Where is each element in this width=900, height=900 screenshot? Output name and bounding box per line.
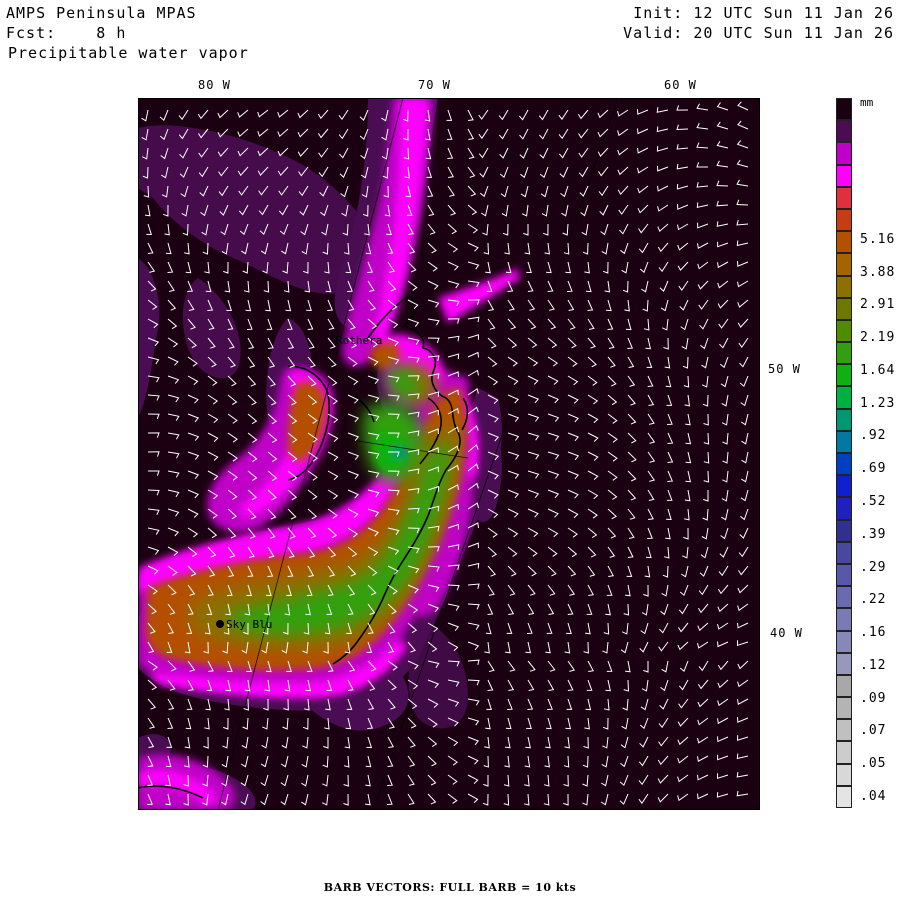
colorbar-swatch (836, 98, 852, 121)
lat-label-40w: 40 W (770, 626, 803, 640)
barb-legend: BARB VECTORS: FULL BARB = 10 kts (323, 881, 577, 894)
colorbar-label: .05 (860, 756, 887, 772)
colorbar-swatch (836, 231, 852, 254)
colorbar-swatch (836, 652, 852, 675)
colorbar-swatch (836, 697, 852, 720)
colorbar-swatch (836, 453, 852, 476)
colorbar-label: 1.23 (860, 395, 896, 411)
lon-label-70w: 70 W (418, 78, 451, 92)
colorbar-swatch (836, 186, 852, 209)
colorbar-unit: mm (860, 96, 874, 109)
colorbar-swatch (836, 563, 852, 587)
colorbar-label: 2.91 (860, 297, 896, 313)
colorbar-label: .04 (860, 789, 887, 804)
colorbar-label: .39 (860, 526, 887, 542)
model-title: AMPS Peninsula MPAS (6, 4, 197, 22)
colorbar-swatch (836, 342, 852, 365)
colorbar-swatch (836, 164, 852, 187)
colorbar-swatch (836, 763, 852, 786)
colorbar-swatch (836, 475, 852, 498)
colorbar-swatch (836, 297, 852, 320)
colorbar-swatch (836, 319, 852, 343)
station-label-sky-blu: Sky Blu (226, 618, 272, 631)
colorbar-swatch (836, 386, 852, 409)
lat-label-50w: 50 W (768, 362, 801, 376)
colorbar-label: .92 (860, 428, 887, 444)
colorbar-swatch (836, 120, 852, 143)
colorbar-swatch (836, 586, 852, 609)
colorbar-label: .07 (860, 723, 887, 739)
forecast-hour: Fcst: 8 h (6, 24, 127, 42)
colorbar-swatch (836, 674, 852, 698)
colorbar-label: .69 (860, 461, 887, 477)
colorbar-label: .16 (860, 625, 887, 641)
valid-time: Valid: 20 UTC Sun 11 Jan 26 (623, 24, 894, 42)
colorbar-swatch (836, 142, 852, 165)
colorbar-swatch (836, 364, 852, 387)
precipitable-water-map: Rothera Sky Blu (138, 98, 760, 810)
colorbar-label: .12 (860, 657, 887, 673)
lon-label-60w: 60 W (664, 78, 697, 92)
colorbar-swatch (836, 741, 852, 764)
colorbar-swatch (836, 275, 852, 298)
colorbar-swatch (836, 430, 852, 453)
colorbar-label: 3.88 (860, 264, 896, 280)
station-marker-sky-blu (216, 620, 224, 628)
colorbar-swatch (836, 519, 852, 542)
colorbar-label: .29 (860, 559, 887, 575)
colorbar-label: 1.64 (860, 362, 896, 378)
colorbar-label: .52 (860, 493, 887, 509)
field-name: Precipitable water vapor (8, 44, 249, 62)
colorbar-swatch (836, 785, 852, 808)
colorbar-swatch (836, 253, 852, 276)
colorbar-swatch (836, 541, 852, 564)
colorbar-swatch (836, 497, 852, 520)
colorbar-swatch (836, 630, 852, 653)
station-label-rothera: Rothera (336, 334, 382, 347)
colorbar-label: 5.16 (860, 231, 896, 247)
init-time: Init: 12 UTC Sun 11 Jan 26 (633, 4, 894, 22)
colorbar-label: 2.19 (860, 330, 896, 346)
lon-label-80w: 80 W (198, 78, 231, 92)
station-rothera: Rothera (336, 334, 382, 347)
colorbar-swatch (836, 208, 852, 232)
colorbar-swatch (836, 408, 852, 431)
colorbar-swatch (836, 608, 852, 631)
colorbar-label: .22 (860, 592, 887, 608)
colorbar-label: .09 (860, 690, 887, 706)
colorbar-swatch (836, 719, 852, 742)
